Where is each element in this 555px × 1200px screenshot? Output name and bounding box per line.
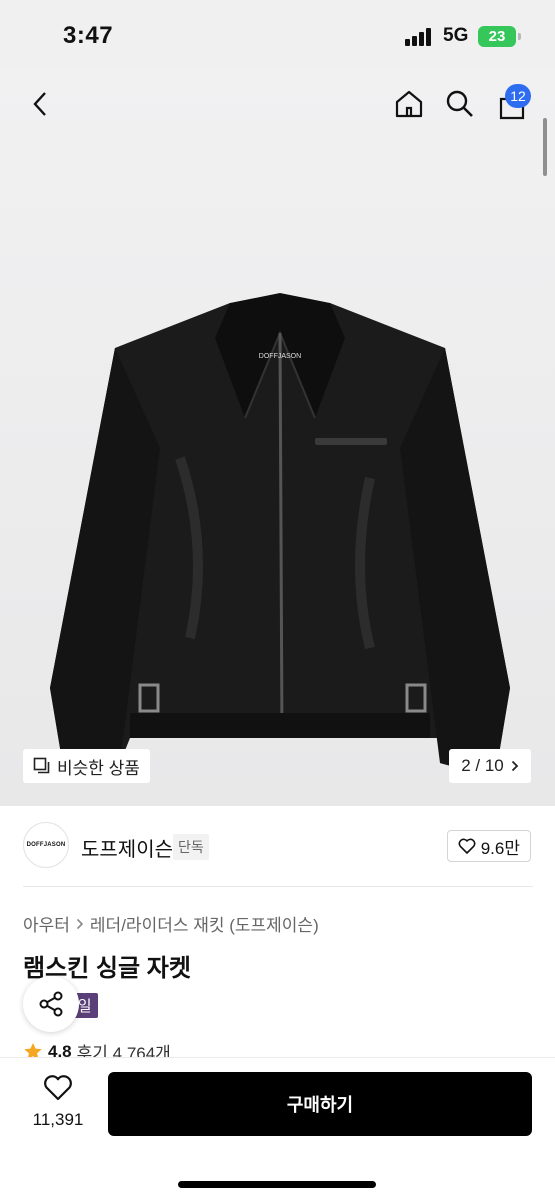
brand-like-button[interactable]: 9.6만 <box>446 830 531 862</box>
search-button[interactable] <box>440 84 480 124</box>
scrollbar[interactable] <box>543 118 547 176</box>
cart-count-badge: 12 <box>505 84 531 108</box>
breadcrumb-item[interactable]: 아우터 <box>23 911 70 936</box>
breadcrumb-item[interactable]: 레더/라이더스 재킷 (도프제이슨) <box>90 911 319 936</box>
breadcrumb: 아우터 레더/라이더스 재킷 (도프제이슨) <box>23 911 319 936</box>
search-icon <box>446 90 473 117</box>
heart-icon <box>458 838 476 854</box>
wishlist-button[interactable]: 11,391 <box>28 1074 88 1130</box>
brand-like-count: 9.6만 <box>480 838 520 858</box>
similar-items-icon <box>33 757 50 774</box>
share-button[interactable] <box>23 976 79 1032</box>
similar-products-button[interactable]: 비슷한 상품 <box>23 749 150 783</box>
brand-row: DOFFJASON 도프제이슨 단독 9.6만 <box>23 822 533 870</box>
chevron-right-icon <box>511 760 519 772</box>
bottom-action-bar: 11,391 구매하기 <box>0 1057 555 1200</box>
wishlist-count: 11,391 <box>32 1110 84 1129</box>
similar-products-label: 비슷한 상품 <box>57 758 140 778</box>
product-image-gallery[interactable]: DOFFJASON 비슷한 상품 2 / 10 <box>0 68 555 806</box>
brand-name[interactable]: 도프제이슨 <box>81 833 173 862</box>
brand-logo-text: DOFFJASON <box>26 842 66 848</box>
jacket-brand-label: DOFFJASON <box>259 353 301 360</box>
exclusive-tag: 단독 <box>173 834 209 860</box>
image-pager[interactable]: 2 / 10 <box>449 749 531 783</box>
top-navigation <box>0 80 555 130</box>
home-button[interactable] <box>389 84 429 124</box>
status-time: 3:47 <box>63 22 114 49</box>
share-icon <box>39 991 63 1017</box>
heart-icon <box>44 1075 72 1101</box>
back-icon <box>33 92 46 116</box>
brand-logo[interactable]: DOFFJASON <box>23 822 69 868</box>
battery-level: 23 <box>488 28 506 45</box>
jacket-image: DOFFJASON <box>50 293 510 778</box>
chevron-right-icon <box>76 918 84 929</box>
pager-label: 2 / 10 <box>461 756 504 775</box>
home-indicator <box>178 1181 376 1188</box>
home-icon <box>395 90 423 118</box>
divider <box>23 886 533 887</box>
buy-button[interactable]: 구매하기 <box>108 1072 532 1136</box>
back-button[interactable] <box>20 84 60 124</box>
network-label: 5G <box>443 25 469 46</box>
signal-icon <box>405 28 435 46</box>
battery-icon: 23 <box>478 26 521 47</box>
status-bar: 3:47 5G 23 <box>0 0 555 68</box>
